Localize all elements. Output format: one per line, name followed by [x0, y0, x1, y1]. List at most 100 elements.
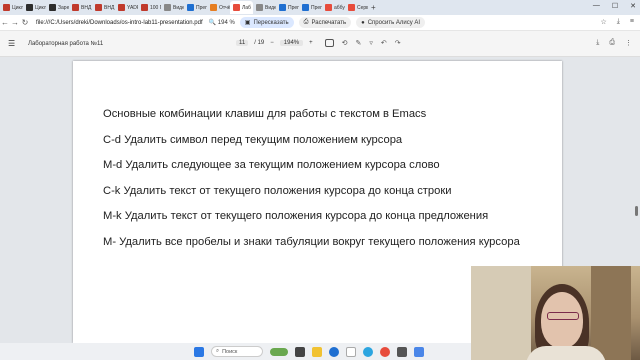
browser-tab[interactable]: 100 Г: [138, 1, 161, 14]
tab-favicon-icon: [141, 4, 148, 11]
page-total: / 19: [254, 40, 265, 46]
browser-tab[interactable]: Преп: [184, 1, 207, 14]
tab-label: Лаб: [242, 4, 251, 11]
tab-favicon-icon: [279, 4, 286, 11]
app-icon[interactable]: [414, 346, 424, 357]
slide-line: C-d Удалить символ перед текущим положен…: [103, 134, 403, 146]
edge-browser-icon[interactable]: [329, 346, 339, 357]
tab-label: Преп: [288, 4, 299, 11]
hamburger-menu-icon[interactable]: ☰: [8, 39, 18, 48]
draw-icon[interactable]: ✎: [356, 39, 362, 47]
pdf-toolbar: ☰ Лабораторная работа №11 11 / 19 − 194%…: [0, 31, 640, 57]
webcam-background: [471, 266, 531, 360]
file-explorer-icon[interactable]: [312, 346, 322, 357]
undo-icon[interactable]: ↶: [381, 39, 387, 47]
widget-icon[interactable]: [270, 347, 288, 356]
person-face: [541, 292, 583, 348]
url-field[interactable]: file:///C:/Users/dreki/Downloads/os-intr…: [36, 20, 203, 26]
browser-tab[interactable]: Серв: [345, 1, 368, 14]
browser-tab[interactable]: Видео: [161, 1, 184, 14]
zoom-in-button[interactable]: +: [309, 40, 313, 46]
browser-tab[interactable]: Цикл: [0, 1, 23, 14]
tab-favicon-icon: [164, 4, 171, 11]
browser-tab[interactable]: аббу: [322, 1, 345, 14]
browser-tab[interactable]: Преп: [299, 1, 322, 14]
browser-tab[interactable]: Преп: [276, 1, 299, 14]
fit-page-icon[interactable]: [324, 39, 334, 47]
tab-favicon-icon: [118, 4, 125, 11]
zoom-indicator[interactable]: 🔍 194 %: [209, 19, 235, 26]
browser-tab[interactable]: YADR: [115, 1, 138, 14]
tab-favicon-icon: [302, 4, 309, 11]
minimize-icon[interactable]: —: [593, 2, 600, 10]
browser-tab[interactable]: Заре: [46, 1, 69, 14]
scrollbar-thumb[interactable]: [635, 206, 638, 216]
print-button[interactable]: ⎙ Распечатать: [298, 17, 352, 28]
forward-icon[interactable]: →: [10, 18, 20, 27]
browser-tab[interactable]: ВНД Р: [92, 1, 115, 14]
webcam-overlay: [471, 266, 640, 360]
tab-label: Преп: [196, 4, 207, 11]
tab-label: YADR: [127, 4, 138, 11]
pdf-zoom-field[interactable]: 194%: [279, 40, 304, 46]
translate-icon: ▣: [244, 20, 251, 26]
address-bar: ← → ↻ file:///C:/Users/dreki/Downloads/o…: [0, 15, 640, 31]
browser-tab[interactable]: Цикл: [23, 1, 46, 14]
yandex-browser-icon[interactable]: [380, 346, 390, 357]
tab-label: ВНД Р: [81, 4, 92, 11]
slide-line: M- Удалить все пробелы и знаки табуляции…: [103, 236, 520, 248]
tab-favicon-icon: [210, 4, 217, 11]
ask-alice-button[interactable]: ● Спросить Алису AI: [356, 17, 426, 28]
telegram-icon[interactable]: [363, 346, 373, 357]
new-tab-button[interactable]: +: [368, 3, 379, 12]
tab-favicon-icon: [26, 4, 33, 11]
tab-favicon-icon: [348, 4, 355, 11]
back-icon[interactable]: ←: [0, 18, 10, 27]
reload-icon[interactable]: ↻: [20, 18, 30, 27]
bookmark-icon[interactable]: ☆: [601, 18, 607, 26]
browser-tab[interactable]: Видео: [253, 1, 276, 14]
browser-tab[interactable]: Отчё: [207, 1, 230, 14]
browser-tab[interactable]: Лаб: [230, 1, 253, 14]
tab-favicon-icon: [187, 4, 194, 11]
tab-favicon-icon: [233, 4, 240, 11]
document-title: Лабораторная работа №11: [28, 40, 104, 47]
print-label: Распечатать: [311, 19, 347, 26]
zoom-out-button[interactable]: −: [270, 40, 274, 46]
tab-favicon-icon: [325, 4, 332, 11]
pdf-download-icon[interactable]: ⤓: [596, 39, 599, 47]
pdf-right-tools: ⤓ ⎙ ⋮: [596, 39, 632, 47]
page-number-input[interactable]: 11: [236, 40, 249, 46]
tab-label: Цикл: [35, 4, 46, 11]
close-icon[interactable]: ✕: [630, 2, 636, 10]
person-glasses: [547, 312, 579, 320]
pdf-tools: ⟲ ✎ ▿ ↶ ↷: [324, 39, 401, 47]
search-icon: ⌕: [216, 348, 220, 354]
slide-line: M-k Удалить текст от текущего положения …: [103, 210, 489, 222]
app-icon[interactable]: [397, 346, 407, 357]
tab-label: Заре: [58, 4, 69, 11]
redo-icon[interactable]: ↷: [395, 39, 401, 47]
browser-tab-strip: Цикл Цикл Заре ВНД Р ВНД Р YADR 100 Г Видео Преп…: [0, 0, 640, 15]
tab-label: Отчё: [219, 4, 230, 11]
slide-line: M-d Удалить следующее за текущим положен…: [103, 159, 440, 171]
address-right-icons: ☆ ⤓ ≡: [601, 18, 634, 26]
maximize-icon[interactable]: ☐: [612, 2, 618, 10]
taskbar-search[interactable]: ⌕ Поиск: [211, 346, 263, 357]
zoom-value: 194 %: [217, 20, 235, 26]
store-icon[interactable]: [346, 346, 356, 357]
rotate-icon[interactable]: ⟲: [342, 39, 348, 47]
pdf-print-icon[interactable]: ⎙: [609, 39, 615, 47]
alice-icon: ●: [361, 19, 365, 26]
task-view-icon[interactable]: [295, 346, 305, 357]
download-icon[interactable]: ⤓: [617, 18, 620, 26]
windows-start-icon[interactable]: [194, 346, 204, 357]
tab-label: Серв: [357, 4, 368, 11]
tab-label: ВНД Р: [104, 4, 115, 11]
translate-button[interactable]: ▣ Пересказать: [239, 17, 294, 28]
tab-label: Преп: [311, 4, 322, 11]
highlight-icon[interactable]: ▿: [369, 39, 373, 47]
pdf-more-icon[interactable]: ⋮: [625, 39, 632, 47]
browser-tab[interactable]: ВНД Р: [69, 1, 92, 14]
menu-icon[interactable]: ≡: [630, 18, 634, 26]
